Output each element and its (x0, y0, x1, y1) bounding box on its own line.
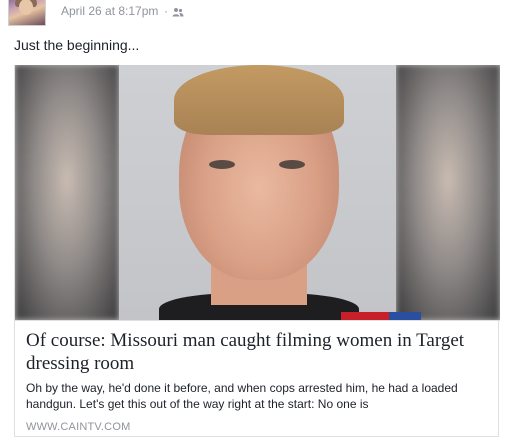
friends-icon[interactable] (172, 7, 184, 17)
link-preview-card[interactable]: Of course: Missouri man caught filming w… (14, 65, 500, 437)
link-description: Oh by the way, he'd done it before, and … (26, 381, 458, 411)
image-mugshot (119, 65, 396, 320)
avatar-face (19, 0, 33, 15)
avatar[interactable] (8, 0, 46, 26)
mugshot-eye-left (209, 160, 235, 169)
link-title[interactable]: Of course: Missouri man caught filming w… (26, 329, 486, 375)
meta-separator: · (164, 4, 168, 18)
news-logo-badge (341, 312, 421, 320)
link-preview-body[interactable]: Of course: Missouri man caught filming w… (15, 320, 500, 437)
mugshot-hair (174, 65, 344, 135)
image-blurred-right (396, 65, 500, 320)
facebook-post: April 26 at 8:17pm · Just the beginning.… (0, 0, 513, 442)
image-blurred-left (15, 65, 119, 320)
post-timestamp[interactable]: April 26 at 8:17pm (61, 4, 158, 18)
post-header: April 26 at 8:17pm · (0, 0, 513, 28)
mugshot-eye-right (279, 160, 305, 169)
link-domain: WWW.CAINTV.COM (26, 421, 131, 433)
post-message: Just the beginning... (14, 37, 140, 53)
link-preview-image[interactable] (15, 65, 500, 320)
